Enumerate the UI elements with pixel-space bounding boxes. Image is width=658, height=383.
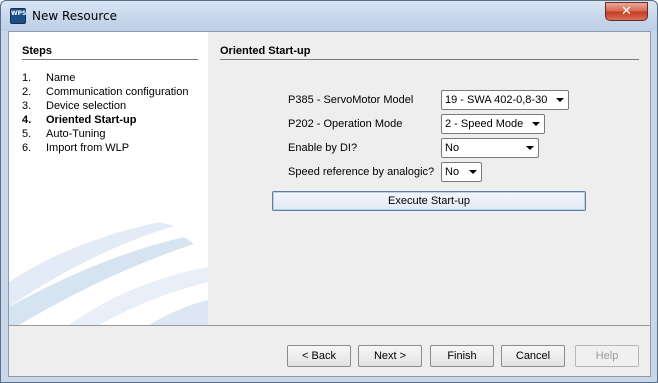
step-item: 3. Device selection <box>22 100 127 112</box>
help-button[interactable]: Help <box>575 345 639 367</box>
back-button[interactable]: < Back <box>287 345 351 367</box>
enable-di-label: Enable by DI? <box>288 142 358 154</box>
step-item: 6. Import from WLP <box>22 142 130 154</box>
decorative-swoosh <box>9 222 208 325</box>
chevron-down-icon <box>526 146 534 150</box>
bottom-divider <box>9 325 650 326</box>
dialog-body: Steps 1. Name 2. Communication configurati… <box>8 31 651 377</box>
chevron-down-icon <box>469 170 477 174</box>
close-button[interactable]: ✕ <box>605 2 648 21</box>
wizard-window: WPS New Resource ✕ Steps 1. Name 2. Commun… <box>0 0 658 383</box>
close-icon: ✕ <box>621 4 632 19</box>
cancel-button[interactable]: Cancel <box>501 345 565 367</box>
app-icon: WPS <box>10 8 26 24</box>
window-title: New Resource <box>32 9 118 23</box>
step-item: 2. Communication configuration <box>22 86 189 98</box>
step-item: 1. Name <box>22 72 76 84</box>
speed-reference-select[interactable]: No <box>441 162 482 182</box>
steps-header: Steps <box>22 45 52 57</box>
page-title: Oriented Start-up <box>220 45 311 57</box>
servomotor-label: P385 - ServoMotor Model <box>288 94 414 106</box>
steps-list: 1. Name 2. Communication configuration 3. D… <box>22 71 188 155</box>
enable-di-select[interactable]: No <box>441 138 539 158</box>
content-panel: Oriented Start-up P385 - ServoMotor Mode… <box>208 32 650 325</box>
step-item-current: 4. Oriented Start-up <box>22 114 137 126</box>
chevron-down-icon <box>556 98 564 102</box>
content-divider <box>220 59 639 60</box>
servomotor-select[interactable]: 19 - SWA 402-0,8-30 <box>441 90 569 110</box>
operation-mode-label: P202 - Operation Mode <box>288 118 403 130</box>
operation-mode-select[interactable]: 2 - Speed Mode <box>441 114 545 134</box>
speed-reference-label: Speed reference by analogic? <box>288 166 435 178</box>
finish-button[interactable]: Finish <box>430 345 494 367</box>
execute-startup-button[interactable]: Execute Start-up <box>272 191 586 211</box>
step-item: 5. Auto-Tuning <box>22 128 106 140</box>
steps-panel: Steps 1. Name 2. Communication configurati… <box>9 32 208 325</box>
chevron-down-icon <box>532 122 540 126</box>
next-button[interactable]: Next > <box>358 345 422 367</box>
title-bar[interactable]: WPS New Resource ✕ <box>1 1 657 31</box>
steps-divider <box>22 59 198 60</box>
